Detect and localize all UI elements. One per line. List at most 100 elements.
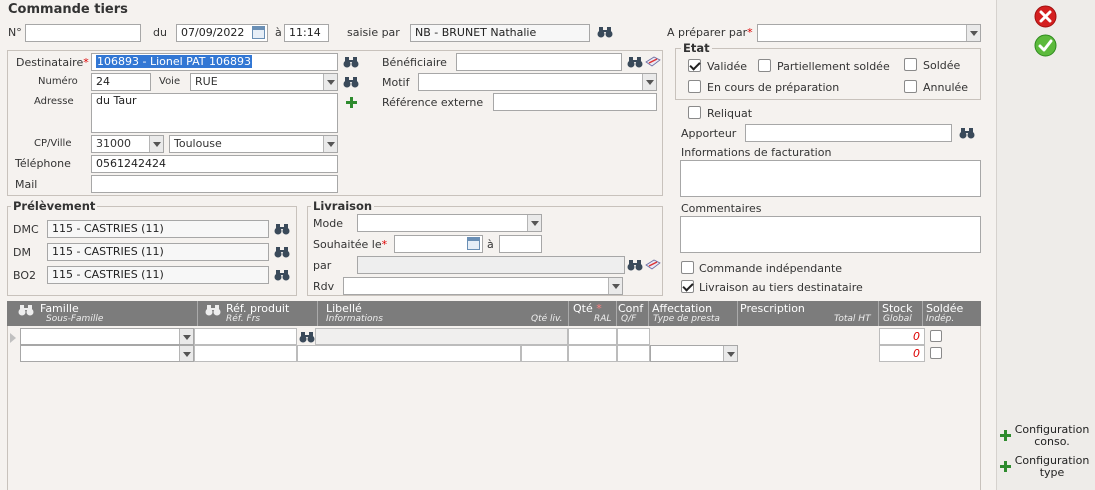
souhaitee-label: Souhaitée le*	[313, 238, 388, 251]
add-address-icon[interactable]	[346, 97, 357, 108]
mail-input[interactable]	[91, 175, 338, 193]
col-type-presta: Type de presta	[653, 314, 720, 324]
apporteur-input[interactable]	[745, 124, 952, 142]
config-type-button[interactable]: Configuration type	[1012, 455, 1092, 479]
binoculars-icon[interactable]	[299, 331, 315, 343]
validee-checkbox[interactable]	[688, 59, 701, 72]
binoculars-icon[interactable]	[343, 56, 359, 68]
row1-ref-input[interactable]	[194, 328, 297, 345]
row2-qf-input[interactable]	[617, 345, 650, 362]
reliquat-checkbox[interactable]	[688, 106, 701, 119]
row-pointer-icon	[10, 333, 16, 343]
souhaitee-a-label: à	[487, 238, 494, 251]
row1-stock-value: 0	[879, 328, 925, 345]
voie-select[interactable]: RUE	[190, 73, 338, 91]
col-ref-frs: Réf. Frs	[226, 314, 261, 324]
cp-select[interactable]: 31000	[91, 135, 164, 153]
en-cours-checkbox[interactable]	[688, 80, 701, 93]
telephone-input[interactable]: 0561242424	[91, 155, 338, 173]
par-label: par	[313, 259, 332, 272]
annulee-checkbox[interactable]	[904, 80, 917, 93]
adresse-label: Adresse	[34, 96, 74, 107]
row1-qte-input[interactable]	[568, 328, 617, 345]
validate-icon[interactable]	[1034, 34, 1057, 57]
add-config-type-icon[interactable]	[1000, 461, 1011, 472]
saisie-label: saisie par	[347, 26, 400, 39]
numero-rue-label: Numéro	[38, 76, 78, 87]
facturation-textarea[interactable]	[680, 160, 981, 197]
time-input[interactable]: 11:14	[284, 24, 329, 42]
row2-indep-checkbox[interactable]	[930, 347, 942, 359]
binoculars-icon[interactable]	[274, 246, 290, 258]
row2-ral-input[interactable]	[568, 345, 617, 362]
cpville-label: CP/Ville	[34, 138, 72, 149]
numero-rue-input[interactable]: 24	[91, 73, 151, 91]
add-config-conso-icon[interactable]	[1000, 430, 1011, 441]
par-input[interactable]	[357, 256, 625, 274]
row1-soldee-checkbox[interactable]	[930, 330, 942, 342]
dm-label: DM	[13, 246, 31, 259]
col-prescription[interactable]: Prescription	[740, 302, 805, 315]
a-label: à	[275, 26, 282, 39]
adresse-textarea[interactable]: du Taur	[91, 93, 338, 133]
row2-type-presta-select[interactable]	[650, 345, 738, 362]
ref-externe-input[interactable]	[493, 93, 657, 111]
saisie-input[interactable]: NB - BRUNET Nathalie	[410, 24, 590, 42]
en-cours-label: En cours de préparation	[707, 81, 840, 94]
destinataire-label: Destinataire*	[16, 56, 89, 69]
soldee-checkbox[interactable]	[904, 58, 917, 71]
row2-ref-frs-input[interactable]	[194, 345, 297, 362]
page-title: Commande tiers	[8, 2, 128, 17]
beneficiaire-input[interactable]	[456, 53, 622, 71]
calendar-icon[interactable]	[467, 237, 480, 250]
dmc-label: DMC	[13, 223, 39, 236]
bo2-label: BO2	[13, 269, 37, 282]
preparer-select[interactable]	[757, 24, 981, 42]
mode-select[interactable]	[357, 214, 542, 232]
binoculars-icon[interactable]	[627, 56, 643, 68]
calendar-icon[interactable]	[252, 26, 265, 39]
clear-icon[interactable]	[645, 258, 661, 271]
row2-qte-liv-input[interactable]	[521, 345, 568, 362]
clear-icon[interactable]	[645, 55, 661, 68]
partiellement-soldee-checkbox[interactable]	[758, 59, 771, 72]
commentaires-textarea[interactable]	[680, 216, 981, 253]
binoculars-icon[interactable]	[343, 76, 359, 88]
binoculars-icon[interactable]	[274, 269, 290, 281]
ref-externe-label: Référence externe	[382, 96, 484, 109]
livraison-tiers-checkbox[interactable]	[681, 280, 694, 293]
motif-select[interactable]	[418, 73, 657, 91]
row1-conf-cell[interactable]	[617, 328, 650, 345]
col-total-ht: Total HT	[834, 314, 871, 324]
row2-sous-famille-select[interactable]	[20, 345, 194, 362]
souhaitee-time-input[interactable]	[499, 235, 542, 253]
row1-libelle-cell[interactable]	[315, 328, 568, 345]
motif-label: Motif	[382, 76, 410, 89]
bo2-input[interactable]: 115 - CASTRIES (11)	[47, 266, 269, 284]
config-conso-button[interactable]: Configuration conso.	[1012, 424, 1092, 448]
binoculars-icon[interactable]	[205, 304, 221, 316]
row2-informations-input[interactable]	[297, 345, 521, 362]
binoculars-icon[interactable]	[18, 304, 34, 316]
soldee-label: Soldée	[923, 59, 961, 72]
row1-famille-select[interactable]	[20, 328, 194, 345]
numero-input[interactable]	[25, 24, 141, 42]
mode-label: Mode	[313, 217, 343, 230]
destinataire-input[interactable]: 106893 - Lionel PAT 106893	[91, 53, 338, 71]
binoculars-icon[interactable]	[959, 127, 975, 139]
annulee-label: Annulée	[923, 81, 969, 94]
binoculars-icon[interactable]	[597, 26, 613, 38]
binoculars-icon[interactable]	[274, 223, 290, 235]
binoculars-icon[interactable]	[627, 259, 643, 271]
dm-input[interactable]: 115 - CASTRIES (11)	[47, 243, 269, 261]
col-sous-famille: Sous-Famille	[46, 314, 104, 324]
commande-independante-label: Commande indépendante	[699, 262, 843, 275]
row2-stock-value: 0	[879, 345, 925, 362]
mail-label: Mail	[15, 178, 38, 191]
dmc-input[interactable]: 115 - CASTRIES (11)	[47, 220, 269, 238]
cancel-icon[interactable]	[1034, 5, 1057, 28]
ville-select[interactable]: Toulouse	[169, 135, 338, 153]
col-qf: Q/F	[621, 314, 637, 324]
commande-independante-checkbox[interactable]	[681, 261, 694, 274]
rdv-select[interactable]	[343, 277, 623, 295]
